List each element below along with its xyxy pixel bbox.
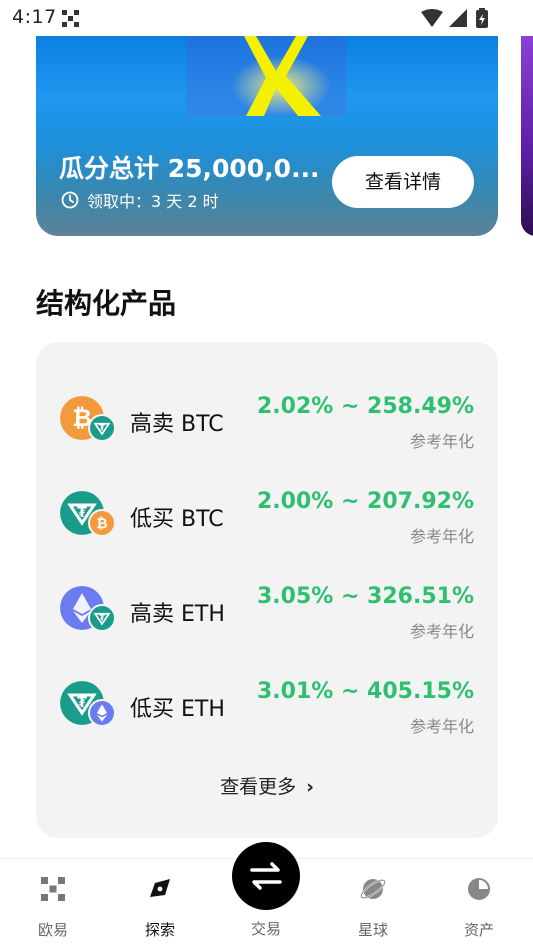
nav-label: 星球 [357,921,388,939]
nav-label: 欧易 [37,921,68,939]
trade-button[interactable] [232,842,300,910]
okx-logo-icon [41,877,65,901]
product-name: 低买 BTC [130,507,224,532]
product-row[interactable]: ₮ ₿ 低买 BTC 2.00% ~ 207.92% 参考年化 [36,483,498,553]
structured-products-card: ₿ ₮ 高卖 BTC 2.02% ~ 258.49% 参考年化 ₮ ₿ 低买 B… [36,342,498,838]
nav-item-planet[interactable]: 星球 [333,859,413,949]
view-details-button[interactable]: 查看详情 [332,156,474,208]
product-apr-hint: 参考年化 [409,622,474,641]
tether-icon: ₮ [88,414,116,442]
view-more-link[interactable]: 查看更多 › [36,772,498,799]
status-icons [419,8,493,30]
product-apr-range: 2.00% ~ 207.92% [256,489,474,514]
product-name: 高卖 BTC [130,412,224,437]
status-bar: 4:17 [0,0,533,36]
wifi-icon [421,9,443,27]
coin-pair: ₮ [60,586,118,636]
banner-title: 瓜分总计 25,000,0... [59,154,320,183]
product-apr-range: 3.05% ~ 326.51% [256,584,474,609]
product-apr-hint: 参考年化 [409,432,474,451]
svg-text:₮: ₮ [99,614,105,623]
status-time: 4:17 [12,6,57,28]
bitcoin-icon: ₿ [88,509,116,537]
swap-icon [250,862,282,890]
coin-pair: ₮ ₿ [60,491,118,541]
pie-chart-icon [468,878,490,900]
nav-item-explore[interactable]: 探索 [120,859,200,949]
banner-illustration [231,36,331,116]
chevron-right-icon: › [306,776,314,798]
product-name: 高卖 ETH [130,602,225,627]
battery-icon [476,8,488,28]
tether-icon: ₮ [88,604,116,632]
product-apr-range: 3.01% ~ 405.15% [256,679,474,704]
product-row[interactable]: ₿ ₮ 高卖 BTC 2.02% ~ 258.49% 参考年化 [36,388,498,458]
section-title: 结构化产品 [36,287,177,320]
nav-item-assets[interactable]: 资产 [439,859,519,949]
compass-icon [150,879,170,897]
next-banner-peek[interactable] [521,36,533,236]
nav-label: 资产 [463,921,494,939]
coin-pair: ₮ [60,681,118,731]
svg-text:₮: ₮ [77,505,87,521]
ethereum-icon [88,699,116,727]
product-apr-range: 2.02% ~ 258.49% [256,394,474,419]
nav-label: 探索 [144,921,175,939]
product-apr-hint: 参考年化 [409,717,474,736]
clock-icon [61,191,79,209]
planet-icon [360,879,386,899]
coin-pair: ₿ ₮ [60,396,118,446]
product-apr-hint: 参考年化 [409,527,474,546]
banner-countdown: 领取中：3 天 2 时 [87,192,219,211]
product-name: 低买 ETH [130,697,225,722]
svg-text:₮: ₮ [77,695,87,711]
svg-text:₿: ₿ [96,516,107,532]
nav-item-home[interactable]: 欧易 [13,859,93,949]
signal-icon [449,9,467,27]
product-row[interactable]: ₮ 低买 ETH 3.01% ~ 405.15% 参考年化 [36,673,498,743]
view-more-label: 查看更多 [220,776,297,798]
svg-text:₮: ₮ [99,424,105,433]
nav-item-trade-label[interactable]: 交易 [226,918,306,939]
promo-banner[interactable]: 瓜分总计 25,000,0... 领取中：3 天 2 时 查看详情 [36,36,498,236]
okx-notification-icon [62,10,79,27]
banner-subtitle: 领取中：3 天 2 时 [61,188,219,212]
product-row[interactable]: ₮ 高卖 ETH 3.05% ~ 326.51% 参考年化 [36,578,498,648]
